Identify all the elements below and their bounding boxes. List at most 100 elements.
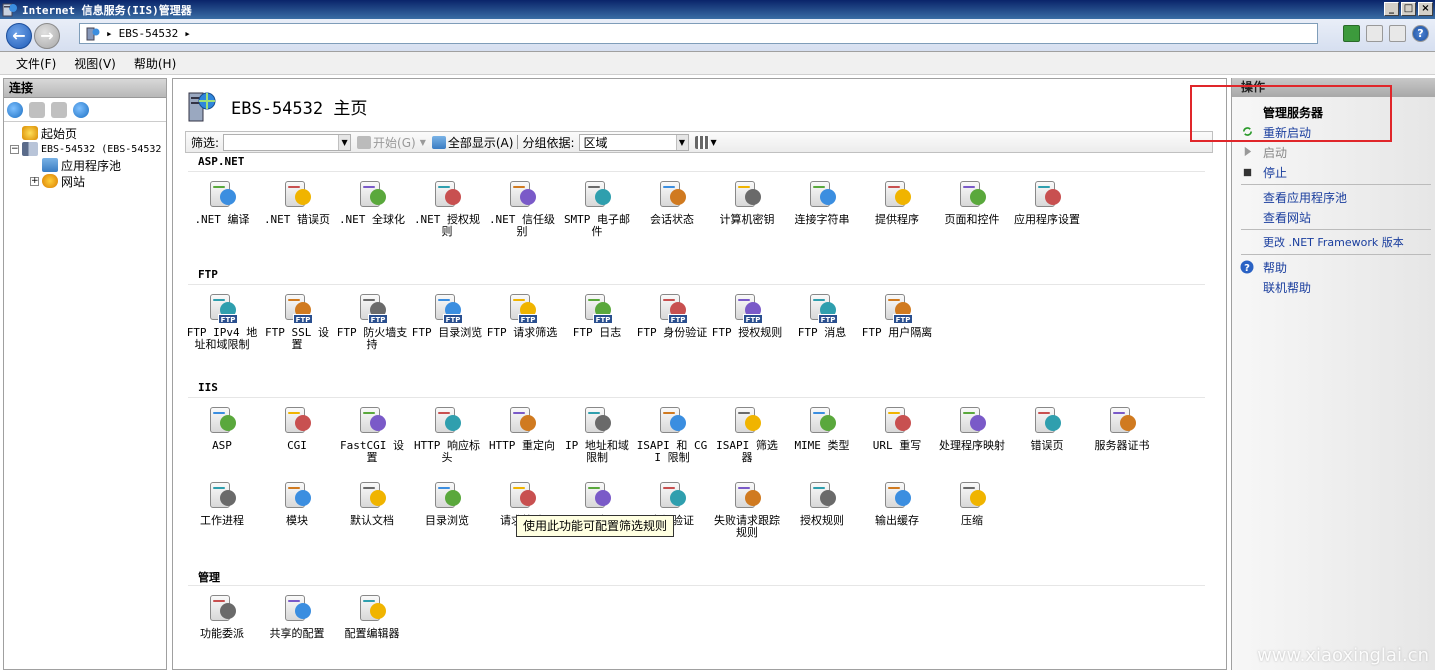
feature-item[interactable]: IP 地址和域限制 bbox=[561, 405, 633, 464]
settings-list-icon bbox=[1031, 179, 1063, 211]
feature-item[interactable]: 默认文档 bbox=[336, 480, 408, 527]
feature-item[interactable]: ISAPI 筛选器 bbox=[711, 405, 783, 464]
feature-item[interactable]: FTP FTP 请求筛选 bbox=[486, 292, 558, 339]
feature-label: .NET 信任级别 bbox=[488, 213, 556, 238]
feature-item[interactable]: 页面和控件 bbox=[936, 179, 1008, 226]
group-by-value: 区域 bbox=[583, 135, 608, 150]
collapse-icon[interactable]: − bbox=[10, 144, 19, 154]
feature-item[interactable]: CGI bbox=[261, 405, 333, 452]
connections-tree: 起始页 − EBS-54532 (EBS-54532 应用程序池 + 网站 bbox=[4, 122, 166, 189]
breadcrumb-server[interactable]: EBS-54532 bbox=[119, 27, 179, 40]
group-by-select[interactable]: 区域 ▼ bbox=[578, 133, 689, 151]
start-link[interactable]: 启动 bbox=[1263, 144, 1287, 161]
forward-button[interactable]: → bbox=[34, 23, 60, 49]
app-pool-icon bbox=[42, 158, 58, 172]
feature-item[interactable]: 授权规则 bbox=[786, 480, 858, 527]
maximize-button[interactable]: □ bbox=[1401, 2, 1416, 16]
change-framework-link[interactable]: 更改 .NET Framework 版本 bbox=[1263, 234, 1404, 250]
view-mode-button[interactable]: ▼ bbox=[694, 135, 717, 149]
close-button[interactable]: × bbox=[1418, 2, 1433, 16]
help-link[interactable]: 帮助 bbox=[1263, 259, 1287, 276]
feature-item[interactable]: 错误页 bbox=[1011, 405, 1083, 452]
group-header[interactable]: IIS bbox=[188, 381, 1205, 398]
ftp-firewall-icon: FTP bbox=[356, 292, 388, 324]
help-icon[interactable]: ? bbox=[1412, 25, 1429, 42]
feature-item[interactable]: FTP FTP 消息 bbox=[786, 292, 858, 339]
group-header[interactable]: 管理 bbox=[188, 569, 1205, 586]
feature-item[interactable]: .NET 错误页 bbox=[261, 179, 333, 226]
feature-item[interactable]: 服务器证书 bbox=[1086, 405, 1158, 452]
feature-item[interactable]: 应用程序设置 bbox=[1011, 179, 1083, 226]
log-icon bbox=[581, 480, 613, 512]
start-filter-button[interactable]: 开始(G) ▼ bbox=[357, 134, 426, 151]
up-icon[interactable] bbox=[51, 101, 67, 118]
back-button[interactable]: ← bbox=[6, 23, 32, 49]
feature-item[interactable]: HTTP 重定向 bbox=[486, 405, 558, 452]
feature-item[interactable]: 工作进程 bbox=[186, 480, 258, 527]
feature-item[interactable]: FTP FTP 目录浏览 bbox=[411, 292, 483, 339]
filter-input[interactable]: ▼ bbox=[223, 133, 352, 151]
tree-item-start-page[interactable]: 起始页 bbox=[4, 125, 166, 141]
feature-item[interactable]: FTP FTP 日志 bbox=[561, 292, 633, 339]
tree-item-app-pools[interactable]: 应用程序池 bbox=[4, 157, 166, 173]
connect-icon[interactable] bbox=[7, 101, 23, 118]
refresh-icon[interactable] bbox=[1343, 25, 1360, 42]
feature-item[interactable]: 连接字符串 bbox=[786, 179, 858, 226]
feature-item[interactable]: 功能委派 bbox=[186, 593, 258, 640]
feature-item[interactable]: 会话状态 bbox=[636, 179, 708, 226]
feature-item[interactable]: .NET 信任级别 bbox=[486, 179, 558, 238]
stop-icon[interactable] bbox=[1366, 25, 1383, 42]
feature-item[interactable]: URL 重写 bbox=[861, 405, 933, 452]
menu-view[interactable]: 视图(V) bbox=[74, 55, 116, 72]
feature-item[interactable]: SMTP 电子邮件 bbox=[561, 179, 633, 238]
feature-item[interactable]: FTP FTP 身份验证 bbox=[636, 292, 708, 339]
isapi-cgi-icon bbox=[656, 405, 688, 437]
feature-item[interactable]: 提供程序 bbox=[861, 179, 933, 226]
group-header[interactable]: ASP.NET bbox=[188, 155, 1205, 172]
feature-item[interactable]: FTP FTP 防火墙支持 bbox=[336, 292, 408, 351]
svg-text:?: ? bbox=[1244, 263, 1250, 274]
feature-item[interactable]: .NET 编译 bbox=[186, 179, 258, 226]
feature-item[interactable]: ISAPI 和 CGI 限制 bbox=[636, 405, 708, 464]
feature-item[interactable]: FTP FTP 授权规则 bbox=[711, 292, 783, 339]
group-header[interactable]: FTP bbox=[188, 268, 1205, 285]
view-sites-link[interactable]: 查看网站 bbox=[1263, 209, 1311, 226]
expand-icon[interactable]: + bbox=[30, 176, 39, 186]
feature-item[interactable]: 共享的配置 bbox=[261, 593, 333, 640]
minimize-button[interactable]: _ bbox=[1384, 2, 1399, 16]
address-bar[interactable]: ▸ EBS-54532 ▸ bbox=[79, 23, 1318, 44]
tree-item-server[interactable]: − EBS-54532 (EBS-54532 bbox=[4, 141, 166, 157]
feature-item[interactable]: .NET 授权规则 bbox=[411, 179, 483, 238]
feature-item[interactable]: 处理程序映射 bbox=[936, 405, 1008, 452]
feature-item[interactable]: 目录浏览 bbox=[411, 480, 483, 527]
menu-file[interactable]: 文件(F) bbox=[16, 55, 56, 72]
error-page-icon bbox=[1031, 405, 1063, 437]
save-icon[interactable] bbox=[29, 101, 45, 118]
feature-item[interactable]: 计算机密钥 bbox=[711, 179, 783, 226]
feature-item[interactable]: .NET 全球化 bbox=[336, 179, 408, 226]
feature-item[interactable]: FTP FTP 用户隔离 bbox=[861, 292, 933, 339]
feature-item[interactable]: FTP FTP SSL 设置 bbox=[261, 292, 333, 351]
feature-item[interactable]: 模块 bbox=[261, 480, 333, 527]
remove-connection-icon[interactable] bbox=[73, 101, 89, 118]
show-all-button[interactable]: 全部显示(A) bbox=[431, 134, 513, 151]
feature-label: FTP 目录浏览 bbox=[411, 326, 483, 339]
feature-item[interactable]: 压缩 bbox=[936, 480, 1008, 527]
menu-help[interactable]: 帮助(H) bbox=[134, 55, 176, 72]
feature-item[interactable]: HTTP 响应标头 bbox=[411, 405, 483, 464]
feature-item[interactable]: 失败请求跟踪规则 bbox=[711, 480, 783, 539]
tree-item-sites[interactable]: + 网站 bbox=[4, 173, 166, 189]
stop-link[interactable]: 停止 bbox=[1263, 164, 1287, 181]
ftp-browse-icon: FTP bbox=[431, 292, 463, 324]
feature-item[interactable]: 配置编辑器 bbox=[336, 593, 408, 640]
feature-item[interactable]: 输出缓存 bbox=[861, 480, 933, 527]
feature-item[interactable]: FastCGI 设置 bbox=[336, 405, 408, 464]
feature-item[interactable]: MIME 类型 bbox=[786, 405, 858, 452]
feature-label: FTP 授权规则 bbox=[711, 326, 783, 339]
online-help-link[interactable]: 联机帮助 bbox=[1263, 279, 1311, 296]
feature-item[interactable]: FTP FTP IPv4 地址和域限制 bbox=[186, 292, 258, 351]
feature-label: FTP 防火墙支持 bbox=[336, 326, 408, 351]
feature-item[interactable]: ASP bbox=[186, 405, 258, 452]
view-app-pools-link[interactable]: 查看应用程序池 bbox=[1263, 189, 1347, 206]
home-icon[interactable] bbox=[1389, 25, 1406, 42]
